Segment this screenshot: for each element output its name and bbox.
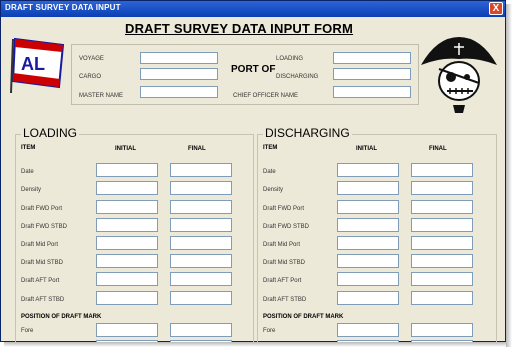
loading-initial-header: INITIAL — [115, 146, 136, 152]
dialog-window: DRAFT SURVEY DATA INPUT X AL DRAFT SURVE… — [0, 0, 506, 346]
loading-aft-port-final-input[interactable] — [170, 272, 232, 286]
loading-mid-port-final-input[interactable] — [170, 236, 232, 250]
discharging-mid-port-final-input[interactable] — [411, 236, 473, 250]
discharging-fwd-port-initial-input[interactable] — [337, 200, 399, 214]
discharging-row-label: Date — [263, 169, 276, 175]
discharging-density-final-input[interactable] — [411, 181, 473, 195]
discharging-fwd-stbd-final-input[interactable] — [411, 218, 473, 232]
flag-logo: AL — [10, 37, 65, 94]
loading-row-label: Draft Mid STBD — [21, 260, 64, 266]
loading-final-header: FINAL — [188, 146, 206, 152]
discharging-date-initial-input[interactable] — [337, 163, 399, 177]
loading-item-header: ITEM — [21, 145, 36, 151]
discharging-title: DISCHARGING — [263, 126, 352, 140]
discharging-mid-stbd-final-input[interactable] — [411, 254, 473, 268]
loading-title: LOADING — [21, 126, 80, 140]
master-name-label: MASTER NAME — [79, 93, 124, 99]
discharging-aft-stbd-final-input[interactable] — [411, 291, 473, 305]
discharging-date-final-input[interactable] — [411, 163, 473, 177]
flag-logo-text: AL — [21, 54, 45, 74]
discharging-row-label: Draft AFT Port — [263, 278, 302, 284]
discharging-port-label: DISCHARGING — [276, 74, 319, 80]
loading-date-final-input[interactable] — [170, 163, 232, 177]
loading-mid-port-initial-input[interactable] — [96, 236, 158, 250]
cargo-input[interactable] — [140, 68, 218, 80]
loading-fwd-stbd-initial-input[interactable] — [96, 218, 158, 232]
loading-fore-initial-input[interactable] — [96, 323, 158, 337]
loading-density-final-input[interactable] — [170, 181, 232, 195]
discharging-aft-stbd-initial-input[interactable] — [337, 291, 399, 305]
voyage-input[interactable] — [140, 52, 218, 64]
close-icon: X — [492, 3, 500, 14]
discharging-item-header: ITEM — [263, 145, 278, 151]
loading-aft-stbd-initial-input[interactable] — [96, 291, 158, 305]
discharging-row-label: Fore — [263, 328, 276, 334]
discharging-initial-header: INITIAL — [356, 146, 377, 152]
loading-row-label: Fore — [21, 328, 34, 334]
discharging-fore-initial-input[interactable] — [337, 323, 399, 337]
loading-aft-stbd-final-input[interactable] — [170, 291, 232, 305]
discharging-aft-port-initial-input[interactable] — [337, 272, 399, 286]
window-title: DRAFT SURVEY DATA INPUT — [5, 3, 121, 12]
loading-fwd-port-initial-input[interactable] — [96, 200, 158, 214]
loading-draft-mark-header: POSITION OF DRAFT MARK — [21, 314, 102, 320]
loading-density-initial-input[interactable] — [96, 181, 158, 195]
loading-aft-port-initial-input[interactable] — [96, 272, 158, 286]
loading-port-label: LOADING — [276, 56, 304, 62]
loading-fwd-port-final-input[interactable] — [170, 200, 232, 214]
discharging-row-label: Draft Mid STBD — [263, 260, 306, 266]
loading-row-label: Draft FWD Port — [21, 206, 63, 212]
loading-fore-final-input[interactable] — [170, 323, 232, 337]
discharging-fwd-port-final-input[interactable] — [411, 200, 473, 214]
discharging-density-initial-input[interactable] — [337, 181, 399, 195]
discharging-row-label: Density — [263, 187, 284, 193]
loading-row-label: Density — [21, 187, 42, 193]
loading-date-initial-input[interactable] — [96, 163, 158, 177]
discharging-row-label: Draft FWD STBD — [263, 224, 309, 230]
voyage-label: VOYAGE — [79, 56, 104, 62]
discharging-mid-port-initial-input[interactable] — [337, 236, 399, 250]
loading-mid-stbd-initial-input[interactable] — [96, 254, 158, 268]
loading-row-label: Draft AFT Port — [21, 278, 60, 284]
form-title: DRAFT SURVEY DATA INPUT FORM — [125, 21, 354, 36]
discharging-row-label: Draft AFT STBD — [263, 297, 307, 303]
close-button[interactable]: X — [489, 2, 503, 15]
loading-fwd-stbd-final-input[interactable] — [170, 218, 232, 232]
discharging-fwd-stbd-initial-input[interactable] — [337, 218, 399, 232]
discharging-fore-final-input[interactable] — [411, 323, 473, 337]
window-shadow-bottom — [4, 342, 506, 347]
cargo-label: CARGO — [79, 74, 102, 80]
discharging-port-input[interactable] — [333, 68, 411, 80]
loading-row-label: Draft FWD STBD — [21, 224, 67, 230]
loading-row-label: Date — [21, 169, 34, 175]
port-of-label: PORT OF — [231, 64, 276, 75]
discharging-row-label: Draft Mid Port — [263, 242, 301, 248]
discharging-mid-stbd-initial-input[interactable] — [337, 254, 399, 268]
loading-row-label: Draft Mid Port — [21, 242, 59, 248]
discharging-row-label: Draft FWD Port — [263, 206, 305, 212]
chief-officer-input[interactable] — [333, 86, 411, 98]
discharging-aft-port-final-input[interactable] — [411, 272, 473, 286]
loading-mid-stbd-final-input[interactable] — [170, 254, 232, 268]
chief-officer-label: CHIEF OFFICER NAME — [233, 93, 299, 99]
loading-row-label: Draft AFT STBD — [21, 297, 65, 303]
discharging-draft-mark-header: POSITION OF DRAFT MARK — [263, 314, 344, 320]
window-shadow-right — [506, 4, 512, 347]
loading-port-input[interactable] — [333, 52, 411, 64]
discharging-final-header: FINAL — [429, 146, 447, 152]
master-name-input[interactable] — [140, 86, 218, 98]
pirate-logo — [421, 37, 497, 113]
title-bar[interactable]: DRAFT SURVEY DATA INPUT X — [1, 1, 505, 17]
